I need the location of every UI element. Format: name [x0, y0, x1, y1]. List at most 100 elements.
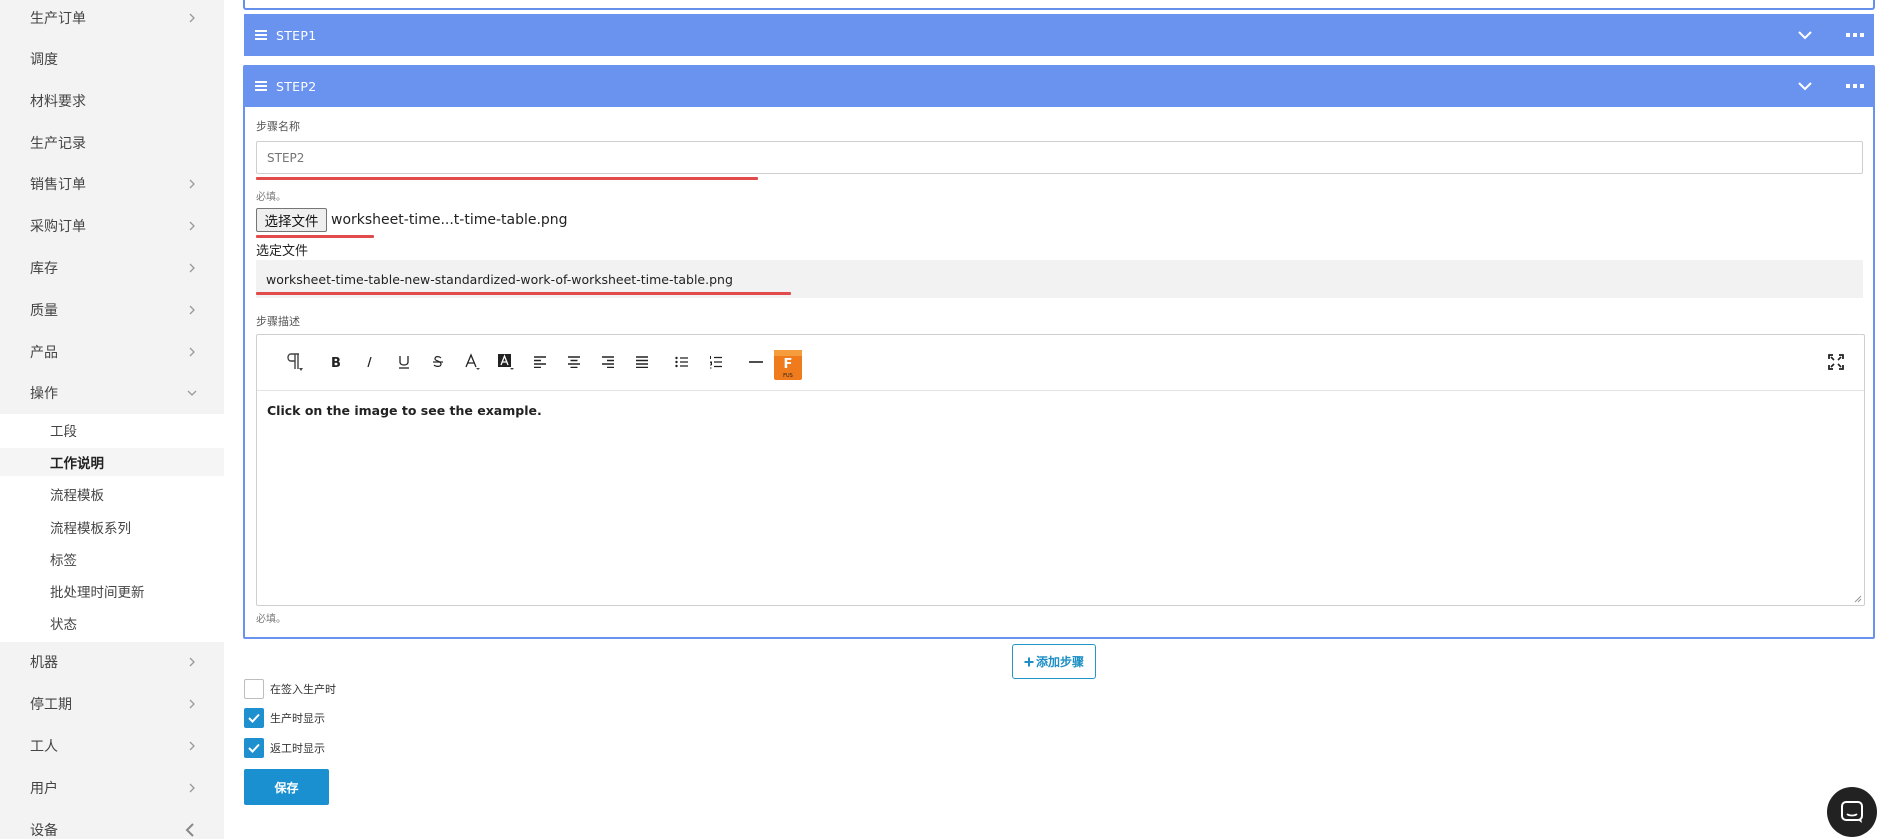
sidebar-item-label: 采购订单 — [30, 219, 86, 235]
submenu-item-process-template-series[interactable]: 流程模板系列 — [0, 513, 224, 541]
sidebar-item-scheduling[interactable]: 调度 — [0, 42, 224, 76]
sidebar-item-operations[interactable]: 操作 — [0, 376, 224, 410]
sidebar-item-workers[interactable]: 工人 — [0, 729, 224, 763]
align-center-icon[interactable] — [561, 349, 587, 375]
step1-title: STEP1 — [276, 27, 317, 43]
choose-file-button[interactable]: 选择文件 — [256, 208, 327, 232]
italic-icon[interactable] — [357, 349, 383, 375]
sidebar-item-products[interactable]: 产品 — [0, 335, 224, 369]
chevron-down-icon[interactable] — [1796, 77, 1814, 95]
underline-icon[interactable] — [391, 349, 417, 375]
sidebar-item-purchase-orders[interactable]: 采购订单 — [0, 209, 224, 243]
sidebar-item-label: 用户 — [30, 781, 58, 797]
chevron-right-icon — [189, 13, 195, 23]
sidebar-item-label: 库存 — [30, 261, 58, 277]
align-justify-icon[interactable] — [629, 349, 655, 375]
sidebar-item-label: 工人 — [30, 739, 58, 755]
paragraph-format-icon[interactable] — [281, 349, 307, 375]
chevron-down-icon — [187, 390, 197, 396]
collapse-sidebar-icon[interactable] — [182, 822, 198, 838]
submenu-item-label: 批处理时间更新 — [50, 585, 145, 601]
drag-handle-icon[interactable] — [254, 80, 268, 92]
checkbox-row-show-on-rework: 返工时显示 — [244, 738, 325, 758]
submenu-item-work-sections[interactable]: 工段 — [0, 416, 224, 444]
sidebar-item-label: 机器 — [30, 655, 58, 671]
sidebar-item-production-orders[interactable]: 生产订单 — [0, 1, 224, 35]
more-options-icon[interactable] — [1846, 82, 1864, 90]
required-hint-bottom: 必填。 — [256, 614, 286, 625]
background-color-icon[interactable] — [493, 349, 519, 375]
bold-icon[interactable]: B — [323, 349, 349, 375]
submenu-item-work-instructions[interactable]: 工作说明 — [0, 448, 224, 476]
submenu-item-label: 流程模板 — [50, 488, 104, 504]
submenu-item-process-templates[interactable]: 流程模板 — [0, 480, 224, 508]
editor-content[interactable]: Click on the image to see the example. — [267, 403, 542, 418]
sidebar-item-users[interactable]: 用户 — [0, 771, 224, 805]
chat-widget-button[interactable] — [1827, 787, 1877, 837]
submenu-item-label: 工作说明 — [50, 456, 104, 472]
sidebar-item-quality[interactable]: 质量 — [0, 293, 224, 327]
chosen-file-name: worksheet-time...t-time-table.png — [331, 212, 568, 228]
save-button[interactable]: 保存 — [244, 769, 329, 805]
fusion-plugin-icon[interactable]: F FUS — [773, 350, 803, 380]
sidebar-item-production-records[interactable]: 生产记录 — [0, 126, 224, 160]
on-checkin-checkbox[interactable] — [244, 679, 264, 699]
chevron-right-icon — [189, 221, 195, 231]
sidebar-item-material-requirements[interactable]: 材料要求 — [0, 84, 224, 118]
checkbox-row-on-checkin: 在签入生产时 — [244, 679, 336, 699]
sidebar-item-downtime[interactable]: 停工期 — [0, 687, 224, 721]
submenu-item-label: 状态 — [50, 617, 77, 633]
editor-toolbar: B F FUS — [257, 335, 1864, 391]
align-left-icon[interactable] — [527, 349, 553, 375]
strikethrough-icon[interactable] — [425, 349, 451, 375]
highlight-underline — [256, 177, 758, 180]
drag-handle-icon[interactable] — [254, 29, 268, 41]
chevron-right-icon — [189, 305, 195, 315]
chevron-right-icon — [189, 347, 195, 357]
submenu-item-batch-time-update[interactable]: 批处理时间更新 — [0, 577, 224, 605]
add-step-label: 添加步骤 — [1035, 655, 1084, 669]
unordered-list-icon[interactable] — [669, 349, 695, 375]
sidebar-item-label: 销售订单 — [30, 177, 86, 193]
step-name-label: 步骤名称 — [256, 120, 300, 133]
svg-text:B: B — [331, 356, 341, 369]
align-right-icon[interactable] — [595, 349, 621, 375]
submenu-item-label: 工段 — [50, 424, 77, 440]
sidebar-item-equipment[interactable]: 设备 — [0, 813, 224, 839]
sidebar-item-label: 设备 — [30, 823, 58, 839]
step-description-label: 步骤描述 — [256, 315, 300, 328]
more-options-icon[interactable] — [1846, 31, 1864, 39]
sidebar-item-inventory[interactable]: 库存 — [0, 251, 224, 285]
sidebar: 生产订单 调度 材料要求 生产记录 销售订单 采购订单 库存 质量 产品 操作 … — [0, 0, 224, 839]
sidebar-item-label: 生产订单 — [30, 11, 86, 27]
chevron-down-icon[interactable] — [1796, 26, 1814, 44]
show-on-production-label: 生产时显示 — [270, 712, 325, 725]
add-step-button[interactable]: 添加步骤 — [1012, 644, 1096, 679]
show-on-rework-checkbox[interactable] — [244, 738, 264, 758]
sidebar-item-label: 生产记录 — [30, 136, 86, 152]
plugin-letter: F — [784, 357, 793, 372]
plus-icon — [1024, 657, 1034, 666]
submenu-item-label: 流程模板系列 — [50, 521, 131, 537]
sidebar-item-machines[interactable]: 机器 — [0, 645, 224, 679]
submenu-item-status[interactable]: 状态 — [0, 609, 224, 637]
step1-header[interactable]: STEP1 — [244, 14, 1874, 56]
required-hint: 必填。 — [256, 192, 286, 203]
ordered-list-icon[interactable] — [703, 349, 729, 375]
submenu-item-tags[interactable]: 标签 — [0, 545, 224, 573]
step2-title: STEP2 — [276, 78, 317, 94]
show-on-production-checkbox[interactable] — [244, 708, 264, 728]
chevron-right-icon — [189, 179, 195, 189]
fullscreen-icon[interactable] — [1823, 349, 1849, 375]
sidebar-item-sales-orders[interactable]: 销售订单 — [0, 167, 224, 201]
checkmark-icon — [248, 713, 260, 723]
step2-header[interactable]: STEP2 — [244, 65, 1874, 107]
sidebar-item-label: 质量 — [30, 303, 58, 319]
text-color-icon[interactable] — [459, 349, 485, 375]
sidebar-item-label: 调度 — [30, 52, 58, 68]
horizontal-line-icon[interactable] — [743, 349, 769, 375]
checkbox-row-show-on-production: 生产时显示 — [244, 708, 325, 728]
resize-grip-icon[interactable] — [1854, 595, 1862, 603]
highlight-underline — [256, 235, 374, 238]
step-name-input[interactable] — [256, 141, 1863, 174]
